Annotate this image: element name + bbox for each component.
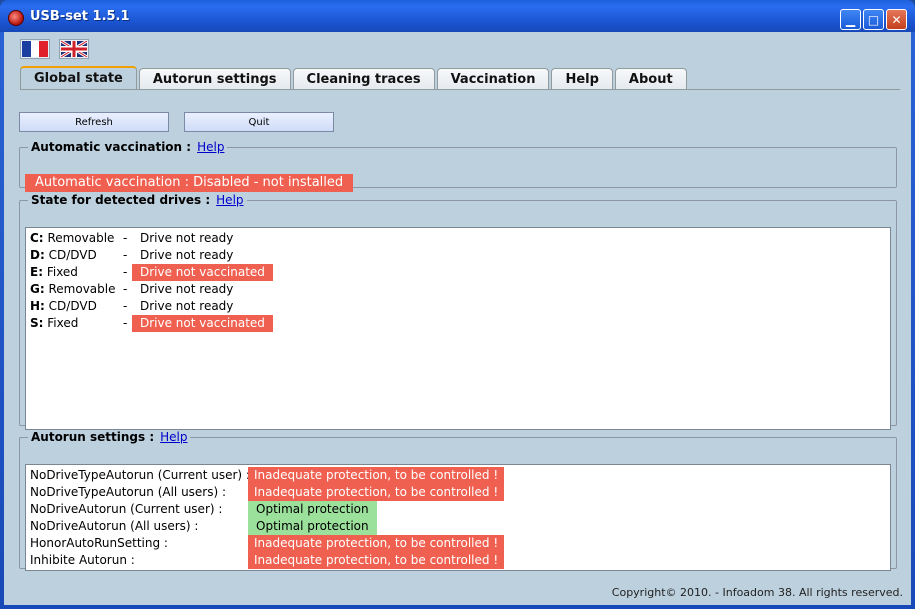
- autorun-status: Optimal protection: [248, 518, 377, 535]
- drive-row-c: C: Removable: [30, 230, 114, 247]
- autorun-status-badge: Optimal protection: [248, 518, 377, 535]
- drive-letter: D:: [30, 248, 45, 262]
- drive-letter: E:: [30, 265, 43, 279]
- french-flag-button[interactable]: [20, 39, 50, 59]
- autorun-group: Autorun settings : Help NoDriveTypeAutoru…: [19, 430, 897, 571]
- auto-vaccination-legend: Automatic vaccination : Help: [28, 140, 227, 154]
- drive-row-e: E: Fixed: [30, 264, 78, 281]
- drive-letter: G:: [30, 282, 45, 296]
- title-bar[interactable]: USB-set 1.5.1 ▁ □ ✕: [0, 0, 915, 32]
- drives-list[interactable]: C: Removable - Drive not ready D: CD/DVD…: [25, 227, 891, 430]
- tab-autorun-settings[interactable]: Autorun settings: [138, 68, 291, 90]
- autorun-status: Optimal protection: [248, 501, 377, 518]
- autorun-setting-name: NoDriveTypeAutorun (All users) :: [30, 485, 227, 499]
- drive-type: Removable: [47, 231, 115, 245]
- drives-legend: State for detected drives : Help: [28, 193, 247, 207]
- tab-help[interactable]: Help: [551, 68, 613, 90]
- autorun-status-badge: Inadequate protection, to be controlled …: [248, 467, 505, 484]
- drive-letter: H:: [30, 299, 45, 313]
- autorun-status: Inadequate protection, to be controlled …: [248, 467, 505, 484]
- drive-letter: S:: [30, 316, 44, 330]
- drive-row-h: H: CD/DVD: [30, 298, 97, 315]
- drive-sep: -: [123, 316, 128, 330]
- drives-help-link[interactable]: Help: [216, 193, 243, 207]
- drive-state-alert: Drive not vaccinated: [132, 315, 273, 332]
- maximize-button[interactable]: □: [863, 9, 884, 30]
- autorun-status: Inadequate protection, to be controlled …: [248, 484, 505, 501]
- autorun-help-link[interactable]: Help: [160, 430, 187, 444]
- drive-sep: -: [123, 231, 128, 245]
- drive-sep: -: [123, 299, 128, 313]
- autorun-status: Inadequate protection, to be controlled …: [248, 535, 505, 552]
- close-button[interactable]: ✕: [886, 9, 907, 30]
- autorun-setting-name: NoDriveAutorun (All users) :: [30, 519, 199, 533]
- autorun-status-badge: Inadequate protection, to be controlled …: [248, 484, 505, 501]
- drives-group: State for detected drives : Help C: Remov…: [19, 193, 897, 430]
- tab-global-state[interactable]: Global state: [20, 66, 137, 90]
- drive-sep: -: [123, 248, 128, 262]
- autorun-list[interactable]: NoDriveTypeAutorun (Current user) : Inad…: [25, 464, 891, 571]
- autorun-status: Inadequate protection, to be controlled …: [248, 552, 505, 569]
- drive-type: CD/DVD: [48, 248, 97, 262]
- autorun-status-badge: Optimal protection: [248, 501, 377, 518]
- drive-type: Fixed: [46, 265, 78, 279]
- autorun-legend: Autorun settings : Help: [28, 430, 190, 444]
- drive-sep: -: [123, 265, 128, 279]
- drive-type: CD/DVD: [48, 299, 97, 313]
- quit-button[interactable]: Quit: [184, 112, 334, 132]
- copyright-text: Copyright© 2010. - Infoadom 38. All righ…: [611, 586, 903, 599]
- drive-state-badge: Drive not vaccinated: [132, 315, 273, 332]
- window-title: USB-set 1.5.1: [30, 9, 130, 24]
- drive-state: Drive not ready: [140, 248, 234, 262]
- drive-type: Removable: [48, 282, 116, 296]
- app-window: USB-set 1.5.1 ▁ □ ✕ Global state Autorun…: [0, 0, 915, 609]
- drive-row-s: S: Fixed: [30, 315, 78, 332]
- app-icon[interactable]: [8, 10, 24, 26]
- drive-state-alert: Drive not vaccinated: [132, 264, 273, 281]
- drive-row-d: D: CD/DVD: [30, 247, 97, 264]
- tab-bar: Global state Autorun settings Cleaning t…: [20, 66, 689, 90]
- autorun-setting-name: NoDriveAutorun (Current user) :: [30, 502, 223, 516]
- tab-vaccination[interactable]: Vaccination: [436, 68, 550, 90]
- minimize-button[interactable]: ▁: [840, 9, 861, 30]
- drive-state: Drive not ready: [140, 282, 234, 296]
- uk-flag-icon: [61, 41, 87, 57]
- autorun-setting-name: NoDriveTypeAutorun (Current user) :: [30, 468, 250, 482]
- client-area: Global state Autorun settings Cleaning t…: [4, 32, 911, 605]
- drive-type: Fixed: [47, 316, 79, 330]
- tab-divider: [20, 89, 900, 90]
- drive-state-badge: Drive not vaccinated: [132, 264, 273, 281]
- autorun-title: Autorun settings :: [31, 430, 155, 444]
- auto-vaccination-title: Automatic vaccination :: [31, 140, 192, 154]
- tab-about[interactable]: About: [614, 68, 687, 90]
- uk-flag-button[interactable]: [59, 39, 89, 59]
- drive-letter: C:: [30, 231, 44, 245]
- drive-sep: -: [123, 282, 128, 296]
- drives-title: State for detected drives :: [31, 193, 211, 207]
- drive-row-g: G: Removable: [30, 281, 116, 298]
- autorun-status-badge: Inadequate protection, to be controlled …: [248, 552, 505, 569]
- autorun-setting-name: Inhibite Autorun :: [30, 553, 135, 567]
- drive-state: Drive not ready: [140, 231, 234, 245]
- autorun-setting-name: HonorAutoRunSetting :: [30, 536, 168, 550]
- drive-state: Drive not ready: [140, 299, 234, 313]
- tab-cleaning-traces[interactable]: Cleaning traces: [292, 68, 435, 90]
- auto-vaccination-group: Automatic vaccination : Help Automatic va…: [19, 140, 897, 192]
- autorun-status-badge: Inadequate protection, to be controlled …: [248, 535, 505, 552]
- auto-vaccination-status: Automatic vaccination : Disabled - not i…: [25, 174, 354, 192]
- refresh-button[interactable]: Refresh: [19, 112, 169, 132]
- auto-vaccination-help-link[interactable]: Help: [197, 140, 224, 154]
- french-flag-icon: [22, 41, 48, 57]
